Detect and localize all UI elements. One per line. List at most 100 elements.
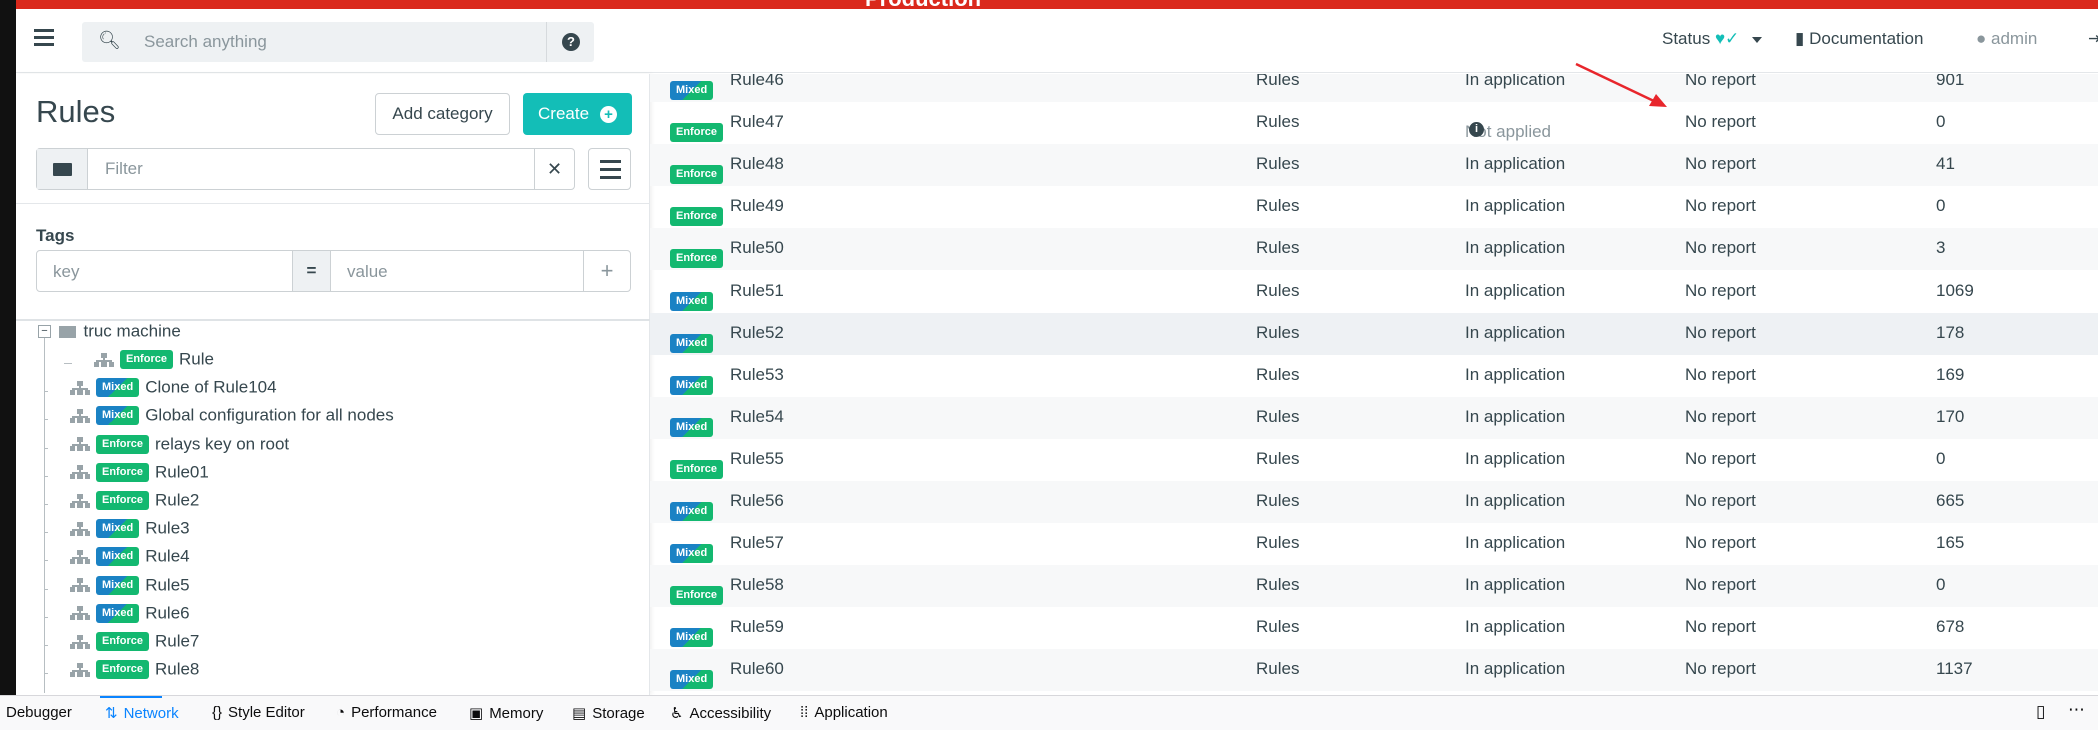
tag-value-input[interactable]: value [347,262,388,282]
rule-name[interactable]: Rule46 [730,74,784,90]
table-row[interactable]: Enforce Rule49 Rules In application No repor… [650,186,2098,228]
tree-item[interactable]: Enforce Rule01 [44,462,209,490]
devtools-tab[interactable]: Debugger [0,704,72,721]
sitemap-icon [70,380,90,395]
rule-category: Rules [1256,322,1300,342]
rule-status: In application [1465,406,1566,426]
user-menu[interactable]: ● admin [1976,29,2037,49]
user-icon: ● [1976,29,1987,48]
rule-name[interactable]: Rule50 [730,238,784,258]
category-label: truc machine [83,321,181,341]
table-row[interactable]: Mixed Rule56 Rules In application No report 6… [650,481,2098,523]
tree-item[interactable]: Mixed Rule5 [44,575,190,603]
rule-compliance: No report [1685,112,1756,132]
table-row[interactable]: Enforce Rule50 Rules In application No repor… [650,228,2098,271]
devtools-tab[interactable]: ⁞⁞ Application [800,704,888,721]
collapse-icon[interactable]: − [38,325,51,339]
table-row[interactable]: Mixed Rule52 Rules In application No report 1… [650,312,2098,355]
tree-item[interactable]: Mixed Clone of Rule104 [44,377,277,405]
table-row[interactable]: Mixed Rule51 Rules In application No report 1… [650,271,2098,313]
divider [16,203,650,204]
rule-name[interactable]: Rule59 [730,617,784,637]
devtools-tab[interactable]: ▣ Memory [469,704,543,722]
documentation-label: Documentation [1809,29,1924,48]
filter-options-button[interactable] [588,148,631,190]
rule-name[interactable]: Rule56 [730,491,784,511]
badge-label: Mixed [670,628,714,648]
tree-item[interactable]: Enforce Rule7 [44,631,199,659]
devtools-tab[interactable]: ⇅ Network [105,704,179,722]
tree-item[interactable]: Enforce Rule2 [44,490,199,518]
more-options-icon[interactable]: ⋯ [2068,700,2085,720]
sitemap-icon [70,549,90,564]
rule-name[interactable]: Rule57 [730,533,784,553]
devtools-tab[interactable]: {} Style Editor [212,704,305,721]
table-row[interactable]: Enforce Rule47 Rules Not applied i No report 0 [650,102,2098,144]
table-row[interactable]: Enforce Rule58 Rules In application No repor… [650,565,2098,608]
dock-icon[interactable]: ▯ [2036,702,2045,722]
table-row[interactable]: Mixed Rule54 Rules In application No report 1… [650,396,2098,439]
rule-name[interactable]: Rule52 [730,323,784,343]
table-row[interactable]: Enforce Rule55 Rules In application No repor… [650,439,2098,481]
folder-button[interactable] [37,149,88,189]
rule-name[interactable]: Rule58 [730,575,784,595]
rule-name[interactable]: Rule48 [730,154,784,174]
devtools-tab[interactable]: ▤ Storage [572,704,645,722]
search-input[interactable]: Search anything [144,32,267,52]
devtools-tab-label: Storage [592,705,645,722]
rule-name[interactable]: Rule54 [730,407,784,427]
rule-name[interactable]: Rule51 [730,281,784,301]
table-row[interactable]: Mixed Rule53 Rules In application No report 1… [650,355,2098,397]
documentation-link[interactable]: ▮ Documentation [1795,29,1923,49]
status-menu[interactable]: Status ♥✓ [1662,29,1763,49]
rule-name[interactable]: Rule49 [730,196,784,216]
rule-category: Rules [1256,533,1300,553]
table-row[interactable]: Mixed Rule46 Rules In application No report 9… [650,74,2098,102]
table-row[interactable]: Mixed Rule60 Rules In application No report 1… [650,649,2098,692]
devtools-tab[interactable]: ◔ Performance [336,704,437,721]
rule-changes: 1137 [1936,659,1973,679]
tree-item[interactable]: Enforce Rule [64,349,214,377]
rules-sidebar: Rules Add category Create + Filter ✕ Tag… [16,74,650,695]
filter-input[interactable]: Filter [105,159,143,179]
devtools-tab[interactable]: ♿ Accessibility [670,704,771,722]
add-tag-button[interactable]: + [583,251,630,291]
rule-changes: 678 [1936,617,1965,637]
sitemap-icon [70,606,90,621]
rule-name[interactable]: Rule47 [730,112,784,132]
rule-name[interactable]: Rule55 [730,449,784,469]
rule-compliance: No report [1685,406,1756,426]
table-row[interactable]: Enforce Rule48 Rules In application No repor… [650,144,2098,187]
tree-category[interactable]: − truc machine [38,321,181,349]
rule-category: Rules [1256,112,1300,132]
info-icon[interactable]: i [1469,122,1484,138]
help-button[interactable]: ? [546,22,594,62]
badge-label: Mixed [670,417,714,437]
tree-item[interactable]: Mixed Rule3 [44,518,190,546]
tree-item[interactable]: Enforce Rule8 [44,659,199,687]
table-row[interactable]: Mixed Rule59 Rules In application No report 6… [650,607,2098,649]
rule-name[interactable]: Rule53 [730,365,784,385]
tree-item[interactable]: Enforce relays key on root [44,434,289,462]
menu-icon[interactable] [34,29,54,47]
tree-item[interactable]: Mixed Rule6 [44,603,190,631]
tree-connector [44,447,48,449]
tree-connector [44,673,48,675]
user-label: admin [1991,29,2038,48]
tag-key-input[interactable]: key [53,262,79,282]
badge-label: Mixed [670,375,714,395]
global-search[interactable]: 🔍︎ Search anything ? [82,22,594,62]
rule-name[interactable]: Rule60 [730,659,784,679]
tags-filter: key = value + [36,250,631,292]
add-category-button[interactable]: Add category [375,93,510,135]
status-label: Status [1662,29,1711,48]
tree-item[interactable]: Mixed Global configuration for all nodes [44,405,394,433]
clear-filter-button[interactable]: ✕ [534,149,574,189]
table-row[interactable]: Mixed Rule57 Rules In application No report 1… [650,523,2098,565]
tree-item[interactable]: Mixed Rule4 [44,546,190,574]
create-button[interactable]: Create + [523,93,632,135]
page-title: Rules [36,94,116,129]
rule-changes: 41 [1936,154,1955,174]
logout-icon[interactable]: ⇥ [2088,29,2098,49]
rule-category: Rules [1256,659,1300,679]
